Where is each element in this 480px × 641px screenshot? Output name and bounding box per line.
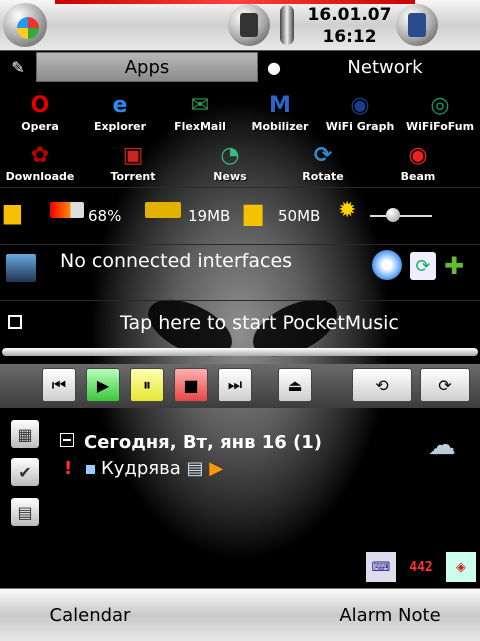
- divider: [0, 187, 480, 188]
- app-label: WiFiFoFum: [405, 120, 475, 133]
- app-wifi-graph[interactable]: ◉ WiFi Graph: [320, 90, 400, 140]
- previous-button[interactable]: ⏮: [42, 368, 76, 402]
- app-label: Torrent: [110, 170, 156, 183]
- tasks-icon[interactable]: ✔: [11, 458, 39, 486]
- keyboard-icon[interactable]: ⌨: [366, 552, 396, 582]
- battery-percent[interactable]: 68%: [88, 207, 121, 225]
- next-button[interactable]: ⏭: [218, 368, 252, 402]
- note-icon: ▤: [186, 458, 204, 479]
- app-label: Mobilizer: [251, 120, 309, 133]
- recurrence-icon: ▶: [209, 458, 224, 479]
- task-title: Кудрява: [100, 458, 181, 479]
- task-checkbox[interactable]: [85, 465, 95, 474]
- downloader-icon: ✿: [30, 142, 50, 168]
- task-item[interactable]: ! Кудрява ▤ ▶: [64, 458, 223, 479]
- brightness-slider-knob[interactable]: [386, 208, 400, 222]
- shuffle-button[interactable]: ⟳: [420, 368, 470, 402]
- app-label: Rotate: [302, 170, 344, 183]
- refresh-icon[interactable]: ⟳: [410, 252, 436, 280]
- volume-button[interactable]: [228, 4, 270, 46]
- beam-icon: ◉: [408, 142, 428, 168]
- app-label: Beam: [400, 170, 436, 183]
- list-icon: [408, 13, 426, 37]
- wifi-graph-icon: ◉: [350, 92, 370, 118]
- opera-icon: O: [30, 92, 50, 118]
- app-rotate[interactable]: ⟳ Rotate: [283, 140, 363, 190]
- app-explorer[interactable]: e Explorer: [80, 90, 160, 140]
- repeat-button[interactable]: ⟲: [352, 368, 412, 402]
- collapse-icon[interactable]: [60, 433, 74, 447]
- music-checkbox[interactable]: [8, 315, 22, 329]
- folder-icon[interactable]: ▆: [4, 200, 21, 225]
- tab-network[interactable]: Network: [290, 52, 480, 82]
- app-wififofum[interactable]: ◎ WiFiFoFum: [400, 90, 480, 140]
- app-label: Explorer: [93, 120, 147, 133]
- softkey-alarm-note[interactable]: Alarm Note: [300, 589, 480, 641]
- app-downloade[interactable]: ✿ Downloade: [0, 140, 80, 190]
- torrent-icon: ▣: [122, 142, 144, 168]
- today-sidebar: ▦ ✔ ▤: [0, 410, 52, 545]
- tab-strip: ✎ Apps ● Network: [0, 52, 480, 82]
- top-bar: 16.01.07 16:12: [0, 0, 480, 51]
- app-label: News: [213, 170, 247, 183]
- app-label: Downloade: [5, 170, 75, 183]
- wifi-icon[interactable]: ◈: [446, 552, 476, 582]
- eject-button[interactable]: ⏏: [278, 368, 312, 402]
- brightness-icon: ✹: [338, 198, 357, 223]
- storage-folder-icon: ▆: [244, 198, 263, 226]
- app-label: WiFi Graph: [325, 120, 395, 133]
- network-adapter-icon[interactable]: [6, 254, 36, 282]
- divider: [0, 244, 480, 245]
- network-status[interactable]: No connected interfaces: [60, 250, 292, 272]
- play-button[interactable]: ▶: [86, 368, 120, 402]
- app-label: Opera: [21, 120, 59, 133]
- tab-apps[interactable]: Apps: [36, 52, 258, 82]
- memory-free[interactable]: 19MB: [188, 207, 230, 225]
- app-opera[interactable]: O Opera: [0, 90, 80, 140]
- flexmail-icon: ✉: [190, 92, 210, 118]
- app-flexmail[interactable]: ✉ FlexMail: [160, 90, 240, 140]
- stop-button[interactable]: ■: [174, 368, 208, 402]
- pocketmusic-prompt[interactable]: Tap here to start PocketMusic: [120, 312, 399, 334]
- app-label: FlexMail: [174, 120, 226, 133]
- network-settings-icon[interactable]: ✚: [444, 252, 464, 280]
- calendar-icon[interactable]: ▦: [11, 420, 39, 448]
- app-beam[interactable]: ◉ Beam: [378, 140, 458, 190]
- menu-button[interactable]: [396, 4, 438, 46]
- rotate-icon: ⟳: [313, 142, 333, 168]
- weather-icon[interactable]: ☁: [428, 428, 464, 462]
- start-button[interactable]: [3, 3, 47, 47]
- date-text: 16.01.07: [307, 5, 392, 25]
- today-header[interactable]: Сегодня, Вт, янв 16 (1): [60, 432, 322, 453]
- windows-logo-icon: [17, 17, 39, 39]
- apps-tab-icon[interactable]: ✎: [0, 52, 36, 82]
- speaker-icon: [240, 13, 258, 37]
- media-controls: ⏮ ▶ ⏸ ■ ⏭ ⏏ ⟲ ⟳: [0, 364, 480, 408]
- pause-button[interactable]: ⏸: [130, 368, 164, 402]
- memory-chip-icon: [145, 202, 181, 218]
- divider: [0, 300, 480, 301]
- app-news[interactable]: ◔ News: [190, 140, 270, 190]
- globe-icon[interactable]: ●: [256, 52, 292, 82]
- mobilizer-icon: M: [269, 92, 291, 118]
- counter-badge[interactable]: 442: [404, 552, 438, 582]
- news-icon: ◔: [220, 142, 240, 168]
- clock[interactable]: 16.01.07 16:12: [302, 4, 397, 48]
- app-torrent[interactable]: ▣ Torrent: [93, 140, 173, 190]
- battery-level-icon: [50, 202, 84, 218]
- battery-icon: [280, 5, 294, 45]
- connection-icon[interactable]: [372, 250, 402, 280]
- music-progress-bar[interactable]: [2, 348, 478, 356]
- today-title: Сегодня, Вт, янв 16 (1): [84, 432, 323, 453]
- priority-icon: !: [64, 458, 73, 479]
- storage-free[interactable]: 50MB: [278, 207, 320, 225]
- notes-icon[interactable]: ▤: [11, 498, 39, 526]
- explorer-icon: e: [112, 92, 128, 118]
- time-text: 16:12: [322, 27, 377, 47]
- app-mobilizer[interactable]: M Mobilizer: [240, 90, 320, 140]
- wififofum-icon: ◎: [430, 92, 450, 118]
- softkey-bar: Calendar Alarm Note: [0, 588, 480, 641]
- softkey-calendar[interactable]: Calendar: [0, 589, 180, 641]
- brightness-slider[interactable]: [370, 215, 432, 217]
